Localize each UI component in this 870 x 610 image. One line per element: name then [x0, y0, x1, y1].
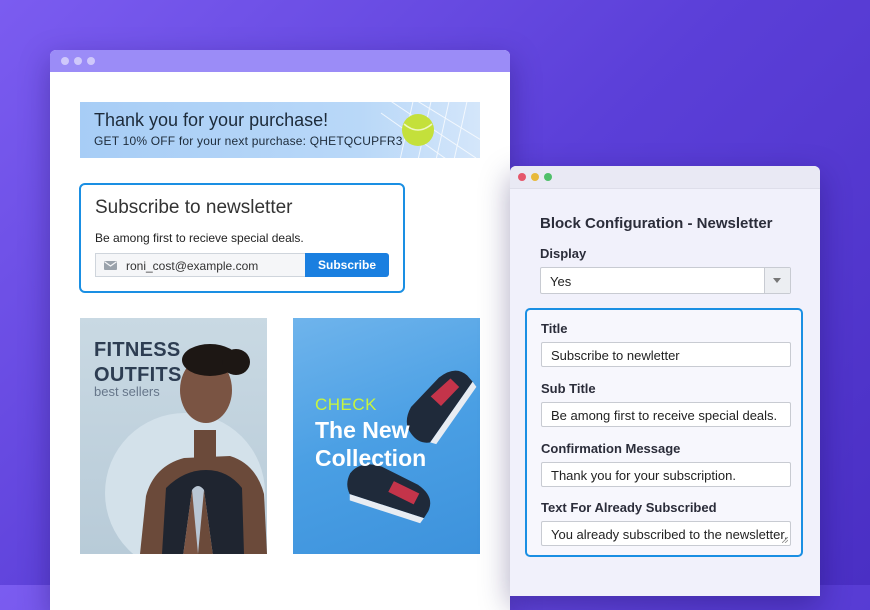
newsletter-subtitle: Be among first to recieve special deals.	[95, 231, 304, 245]
promo-collection-line3: Collection	[315, 445, 427, 471]
display-select[interactable]: Yes	[540, 267, 791, 294]
title-input[interactable]: Subscribe to newletter	[541, 342, 791, 367]
minimize-dot[interactable]	[531, 173, 539, 181]
window-dot	[87, 57, 95, 65]
resize-grip-icon[interactable]	[782, 537, 788, 543]
promo-fitness-outfits[interactable]: FITNESS OUTFITS best sellers	[80, 318, 267, 554]
promo-fitness-line1: FITNESS	[94, 339, 181, 361]
newsletter-email-value: roni_cost@example.com	[126, 259, 259, 273]
title-input-value: Subscribe to newletter	[551, 348, 680, 363]
display-select-value: Yes	[550, 274, 572, 289]
close-dot[interactable]	[518, 173, 526, 181]
confirmation-input[interactable]: Thank you for your subscription.	[541, 462, 791, 487]
confirmation-input-value: Thank you for your subscription.	[551, 468, 736, 483]
subtitle-input[interactable]: Be among first to receive special deals.	[541, 402, 791, 427]
storefront-preview-window: Thank you for your purchase! GET 10% OFF…	[50, 50, 510, 610]
purchase-banner: Thank you for your purchase! GET 10% OFF…	[80, 102, 480, 158]
chevron-down-icon	[773, 278, 781, 283]
block-config-window: Block Configuration - Newsletter Display…	[510, 166, 820, 596]
window-titlebar	[50, 50, 510, 72]
promo-collection-line1: CHECK	[315, 395, 378, 414]
newsletter-title: Subscribe to newsletter	[95, 197, 293, 218]
title-label: Title	[541, 321, 568, 336]
subscribe-button[interactable]: Subscribe	[305, 253, 389, 277]
window-titlebar	[510, 166, 820, 189]
maximize-dot[interactable]	[544, 173, 552, 181]
already-subscribed-value: You already subscribed to the newsletter…	[551, 527, 788, 542]
confirmation-label: Confirmation Message	[541, 441, 681, 456]
window-dot	[74, 57, 82, 65]
already-subscribed-label: Text For Already Subscribed	[541, 500, 717, 515]
tennis-racket-image	[380, 102, 480, 158]
subtitle-label: Sub Title	[541, 381, 596, 396]
display-label: Display	[540, 246, 587, 261]
display-select-arrow[interactable]	[764, 268, 790, 293]
already-subscribed-textarea[interactable]: You already subscribed to the newsletter…	[541, 521, 791, 546]
newsletter-email-input[interactable]: roni_cost@example.com	[95, 253, 305, 277]
banner-coupon-text: GET 10% OFF for your next purchase: QHET…	[94, 134, 403, 148]
config-title: Block Configuration - Newsletter	[540, 215, 773, 232]
subtitle-input-value: Be among first to receive special deals.	[551, 408, 778, 423]
promo-collection-line2: The New	[315, 417, 410, 443]
config-fields-panel: Title Subscribe to newletter Sub Title B…	[525, 308, 803, 557]
promo-fitness-line3: best sellers	[94, 384, 160, 399]
mail-icon	[104, 261, 117, 270]
banner-title: Thank you for your purchase!	[94, 110, 329, 130]
newsletter-block: Subscribe to newsletter Be among first t…	[79, 183, 405, 293]
window-dot	[61, 57, 69, 65]
promo-new-collection[interactable]: CHECK The New Collection	[293, 318, 480, 554]
